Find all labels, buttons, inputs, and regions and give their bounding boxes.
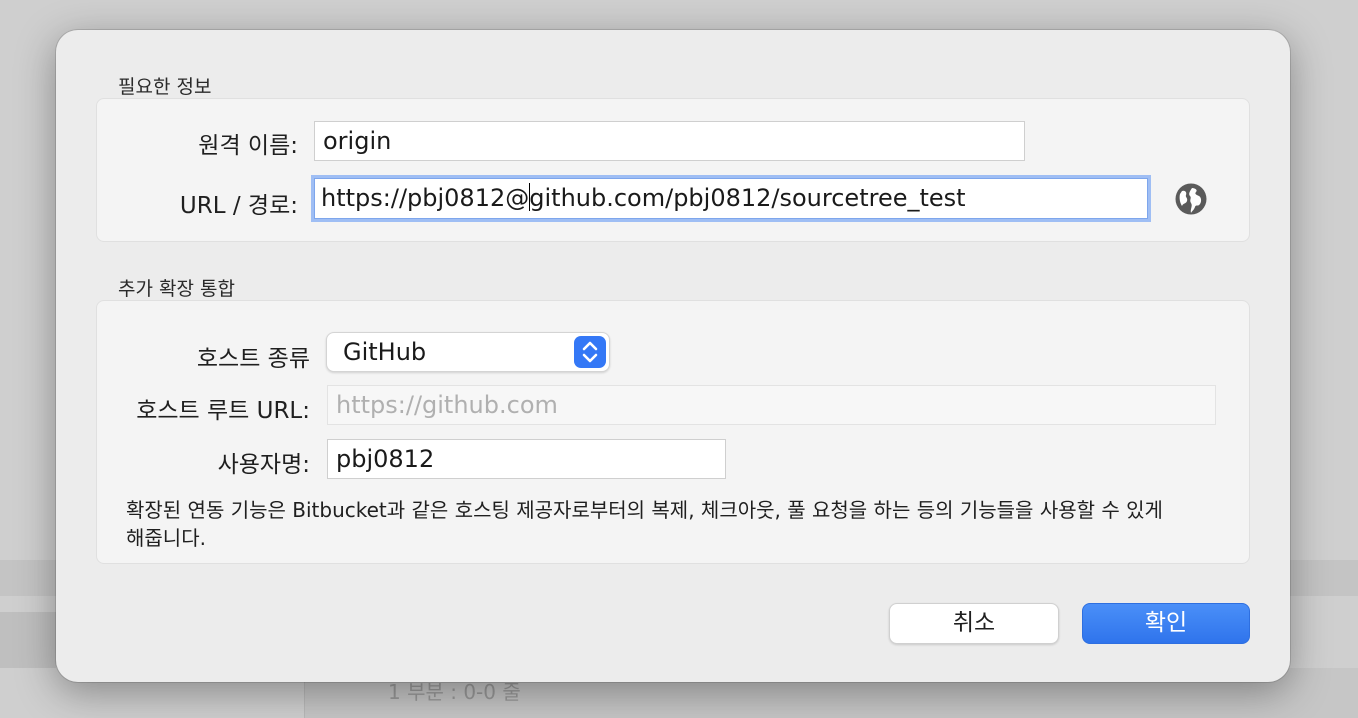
url-text-after-caret: github.com/pbj0812/sourcetree_test: [529, 184, 966, 212]
username-label: 사용자명:: [217, 452, 310, 478]
cancel-button[interactable]: 취소: [889, 603, 1059, 644]
remote-name-label: 원격 이름:: [198, 133, 298, 159]
background-sidebar: [0, 612, 56, 668]
globe-icon[interactable]: [1174, 182, 1208, 216]
add-remote-dialog: 필요한 정보 원격 이름: origin URL / 경로: https://p…: [56, 30, 1290, 682]
host-root-url-input: https://github.com: [327, 385, 1216, 425]
url-text-before-caret: https://pbj0812@: [321, 184, 530, 212]
required-info-title: 필요한 정보: [118, 76, 212, 98]
extended-integration-title: 추가 확장 통합: [118, 278, 235, 300]
url-path-input[interactable]: https://pbj0812@github.com/pbj0812/sourc…: [311, 175, 1151, 222]
integration-description: 확장된 연동 기능은 Bitbucket과 같은 호스팅 제공자로부터의 복제,…: [126, 498, 1163, 550]
username-input[interactable]: pbj0812: [327, 439, 726, 479]
ok-button[interactable]: 확인: [1082, 603, 1250, 644]
url-path-label: URL / 경로:: [179, 193, 298, 219]
host-type-label: 호스트 종류: [196, 346, 310, 372]
remote-name-input[interactable]: origin: [314, 121, 1025, 161]
host-type-select[interactable]: GitHub: [326, 332, 610, 372]
host-root-url-label: 호스트 루트 URL:: [136, 398, 310, 424]
chevron-up-down-icon: [574, 336, 606, 368]
host-type-value: GitHub: [343, 338, 427, 366]
